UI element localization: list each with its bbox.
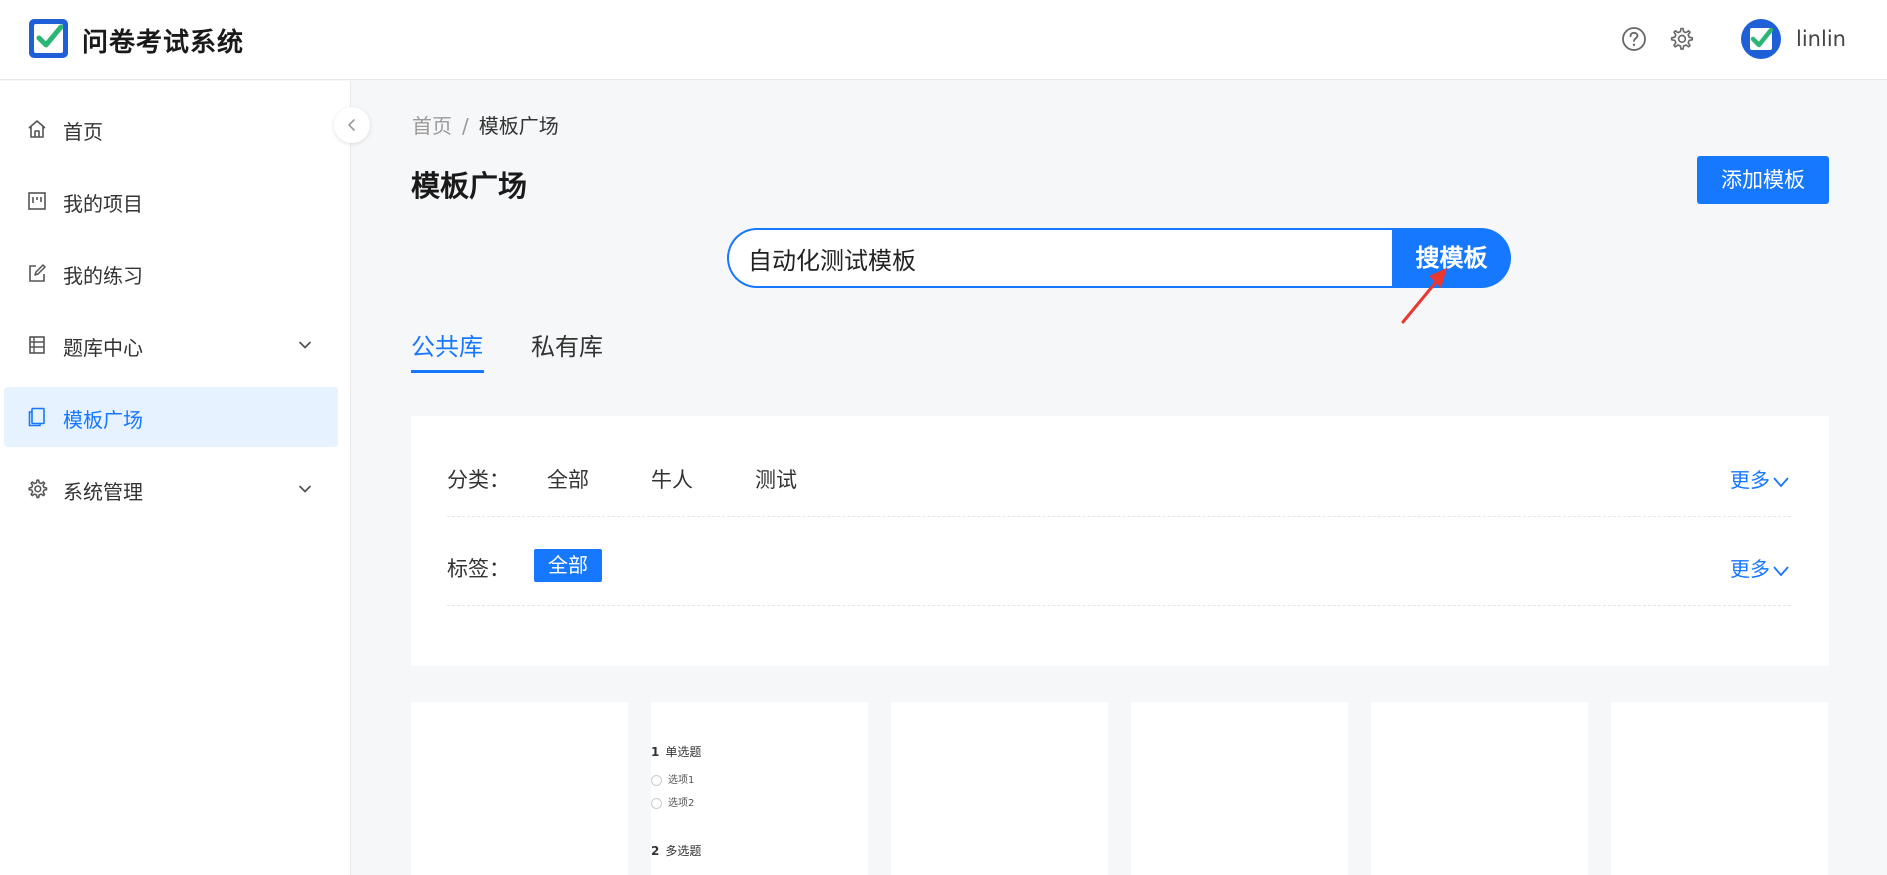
search-input[interactable] [727,228,1399,288]
breadcrumb-current: 模板广场 [478,114,559,138]
add-template-button[interactable]: 添加模板 [1697,156,1829,204]
radio-icon [651,797,662,809]
tab-private[interactable]: 私有库 [531,327,603,362]
sidebar-item-label: 题库中心 [63,336,143,360]
sidebar-item-label: 系统管理 [63,480,143,504]
sidebar-item-practice[interactable]: 我的练习 [4,243,338,303]
category-label: 分类： [447,468,510,492]
avatar[interactable] [1740,18,1782,60]
category-option-niuren[interactable]: 牛人 [651,464,693,494]
username[interactable]: linlin [1796,27,1846,51]
page-title: 模板广场 [411,169,528,203]
sidebar-item-label: 我的练习 [63,264,143,288]
tab-public[interactable]: 公共库 [411,327,483,362]
question-option: 选项1 [651,771,694,786]
template-card[interactable]: 1 单选题 选项1 选项2 2 多选题 [651,702,868,875]
chevron-left-icon [347,119,355,131]
radio-icon [651,774,662,786]
sidebar-item-label: 我的项目 [63,192,143,216]
breadcrumb-home[interactable]: 首页 [412,114,452,138]
home-icon [28,120,46,138]
logo-icon[interactable] [27,17,70,60]
chevron-down-icon[interactable] [297,337,313,353]
question-title: 2 多选题 [651,844,702,858]
top-header: 问卷考试系统 linlin [0,0,1887,80]
project-icon [28,192,46,210]
category-more-button[interactable]: 更多 [1730,464,1790,493]
sidebar-collapse-button[interactable] [334,107,370,143]
breadcrumb-separator: / [462,114,469,138]
sidebar-item-home[interactable]: 首页 [4,99,338,159]
template-card[interactable] [1611,702,1828,875]
sidebar-item-label: 首页 [63,120,103,144]
template-card[interactable] [891,702,1108,875]
annotation-arrow-icon [1401,268,1447,324]
category-option-all[interactable]: 全部 [547,464,589,494]
gear-icon[interactable] [1668,26,1694,52]
breadcrumb: 首页 / 模板广场 [412,110,559,139]
more-label: 更多 [1730,557,1770,581]
gear-icon [28,479,48,499]
question-bank-icon [29,336,45,354]
chevron-down-icon [1773,476,1789,487]
question-option: 选项2 [651,794,694,809]
question-title: 1 单选题 [651,745,702,759]
sidebar-item-projects[interactable]: 我的项目 [4,171,338,231]
tag-option-all[interactable]: 全部 [534,549,602,582]
template-preview: 1 单选题 选项1 选项2 2 多选题 [651,702,868,875]
more-label: 更多 [1730,468,1770,492]
sidebar-item-system[interactable]: 系统管理 [4,459,338,519]
template-card[interactable] [1131,702,1348,875]
sidebar-item-question-bank[interactable]: 题库中心 [4,315,338,375]
search-bar: 搜模板 [727,228,1511,288]
filter-divider [447,605,1791,606]
app-title: 问卷考试系统 [82,28,245,58]
category-option-test[interactable]: 测试 [755,464,797,494]
template-card[interactable] [1371,702,1588,875]
filter-panel: 分类： 全部 牛人 测试 更多 标签： 全部 更多 [411,416,1829,666]
help-icon[interactable] [1621,26,1647,52]
filter-divider [447,516,1791,517]
template-card[interactable] [411,702,628,875]
template-icon [28,407,45,427]
sidebar: 首页 我的项目 我的练习 题库中心 模板广场 系统管理 [0,81,351,875]
active-tab-indicator [411,370,484,373]
tags-label: 标签： [447,557,510,581]
sidebar-item-label: 模板广场 [63,408,143,432]
tags-more-button[interactable]: 更多 [1730,553,1790,582]
edit-icon [29,264,46,282]
sidebar-item-templates[interactable]: 模板广场 [4,387,338,447]
chevron-down-icon [1773,565,1789,576]
chevron-down-icon[interactable] [297,481,313,497]
